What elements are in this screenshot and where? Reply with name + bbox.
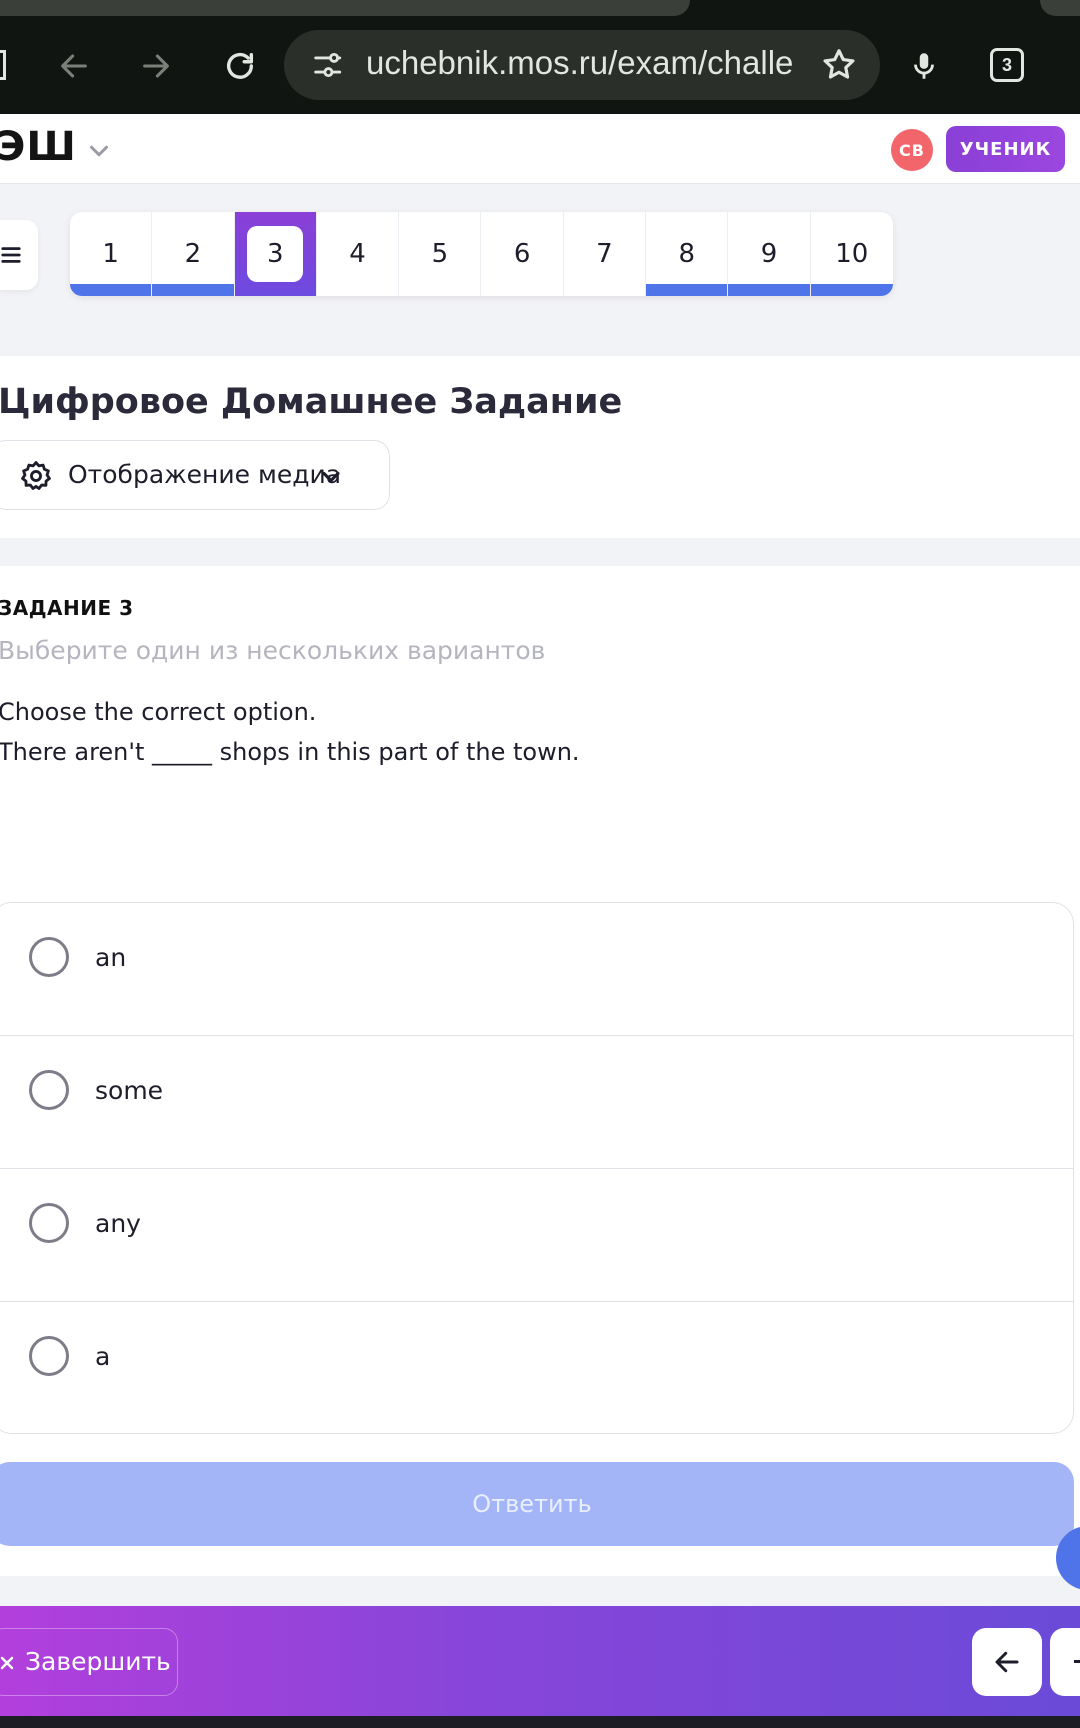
question-number: 7 (596, 239, 613, 269)
submit-button[interactable]: Ответить (0, 1462, 1074, 1546)
question-tab-4[interactable]: 4 (317, 212, 400, 296)
media-display-button[interactable]: Отображение медиа (0, 440, 390, 510)
question-number: 5 (431, 239, 449, 269)
question-number: 10 (835, 239, 869, 269)
bottom-bar: Завершить (0, 1606, 1080, 1716)
role-badge[interactable]: УЧЕНИК (946, 126, 1065, 172)
menu-button[interactable] (0, 220, 38, 290)
answer-option-label[interactable]: an (95, 943, 126, 972)
question-tab-1[interactable]: 1 (70, 212, 153, 296)
arrow-left-icon (995, 1651, 1019, 1673)
mic-icon[interactable] (898, 40, 950, 92)
answer-option[interactable]: a (0, 1302, 1073, 1433)
task-hint: Выберите один из нескольких вариантов (0, 636, 546, 665)
finish-label: Завершить (25, 1647, 171, 1676)
question-navigation: 1 2 3 4 5 6 7 8 9 10 (0, 184, 1080, 356)
question-tab-6[interactable]: 6 (481, 212, 564, 296)
task-sentence: There aren't _____ shops in this part of… (0, 738, 580, 766)
close-icon (0, 1656, 14, 1670)
radio-button[interactable] (29, 1070, 69, 1110)
back-icon[interactable] (48, 40, 100, 92)
question-number: 3 (247, 226, 304, 282)
answer-option[interactable]: any (0, 1169, 1073, 1302)
chevron-down-icon (322, 471, 340, 483)
browser-tab-next[interactable] (1040, 0, 1080, 16)
question-bar: 1 2 3 4 5 6 7 8 9 10 (70, 212, 893, 296)
question-tab-9[interactable]: 9 (728, 212, 811, 296)
arrow-right-icon (1074, 1660, 1080, 1663)
site-settings-icon[interactable] (310, 48, 344, 82)
reload-icon[interactable] (214, 40, 266, 92)
radio-button[interactable] (29, 1203, 69, 1243)
browser-tab[interactable] (0, 0, 690, 16)
title-card: Цифровое Домашнее Задание Отображение ме… (0, 356, 1080, 538)
app-logo[interactable]: ЭШ (0, 124, 77, 170)
answer-option[interactable]: an (0, 903, 1073, 1036)
question-number: 2 (184, 239, 202, 269)
question-tab-7[interactable]: 7 (564, 212, 647, 296)
question-tab-10[interactable]: 10 (810, 212, 893, 296)
url-text[interactable]: uchebnik.mos.ru/exam/challe (366, 44, 796, 82)
question-tab-8[interactable]: 8 (646, 212, 729, 296)
answer-option-label[interactable]: any (95, 1209, 141, 1238)
media-display-label: Отображение медиа (68, 460, 342, 489)
system-nav-strip (0, 1716, 1080, 1728)
menu-icon (1, 247, 21, 263)
avatar[interactable]: СВ (891, 129, 933, 171)
question-tab-5[interactable]: 5 (399, 212, 482, 296)
address-bar[interactable]: uchebnik.mos.ru/exam/challe (284, 30, 880, 100)
next-question-button[interactable] (1050, 1628, 1080, 1696)
tab-count-icon[interactable]: 3 (990, 48, 1024, 82)
task-label: ЗАДАНИЕ 3 (0, 596, 134, 620)
question-number: 1 (102, 239, 119, 269)
chevron-down-icon[interactable] (84, 136, 114, 166)
question-tab-2[interactable]: 2 (152, 212, 235, 296)
answer-options: an some any a (0, 902, 1074, 1434)
previous-question-button[interactable] (972, 1628, 1042, 1696)
answer-option-label[interactable]: some (95, 1076, 163, 1105)
question-tab-3[interactable]: 3 (234, 212, 317, 296)
finish-button[interactable]: Завершить (0, 1628, 178, 1696)
question-number: 4 (349, 239, 366, 269)
task-instruction: Choose the correct option. (0, 698, 317, 726)
app-header: ЭШ СВ УЧЕНИК (0, 114, 1080, 184)
answer-option-label[interactable]: a (95, 1342, 110, 1371)
radio-button[interactable] (29, 1336, 69, 1376)
question-number: 8 (678, 239, 695, 269)
star-icon[interactable] (820, 46, 858, 84)
page-title: Цифровое Домашнее Задание (0, 382, 623, 422)
forward-icon[interactable] (130, 40, 182, 92)
radio-button[interactable] (29, 937, 69, 977)
browser-home-icon[interactable] (0, 50, 6, 80)
question-number: 9 (760, 239, 778, 269)
answer-option[interactable]: some (0, 1036, 1073, 1169)
gear-icon (21, 461, 51, 490)
task-card: ЗАДАНИЕ 3 Выберите один из нескольких ва… (0, 566, 1080, 1576)
browser-toolbar: uchebnik.mos.ru/exam/challe 3 (0, 0, 1080, 114)
question-number: 6 (513, 239, 531, 269)
